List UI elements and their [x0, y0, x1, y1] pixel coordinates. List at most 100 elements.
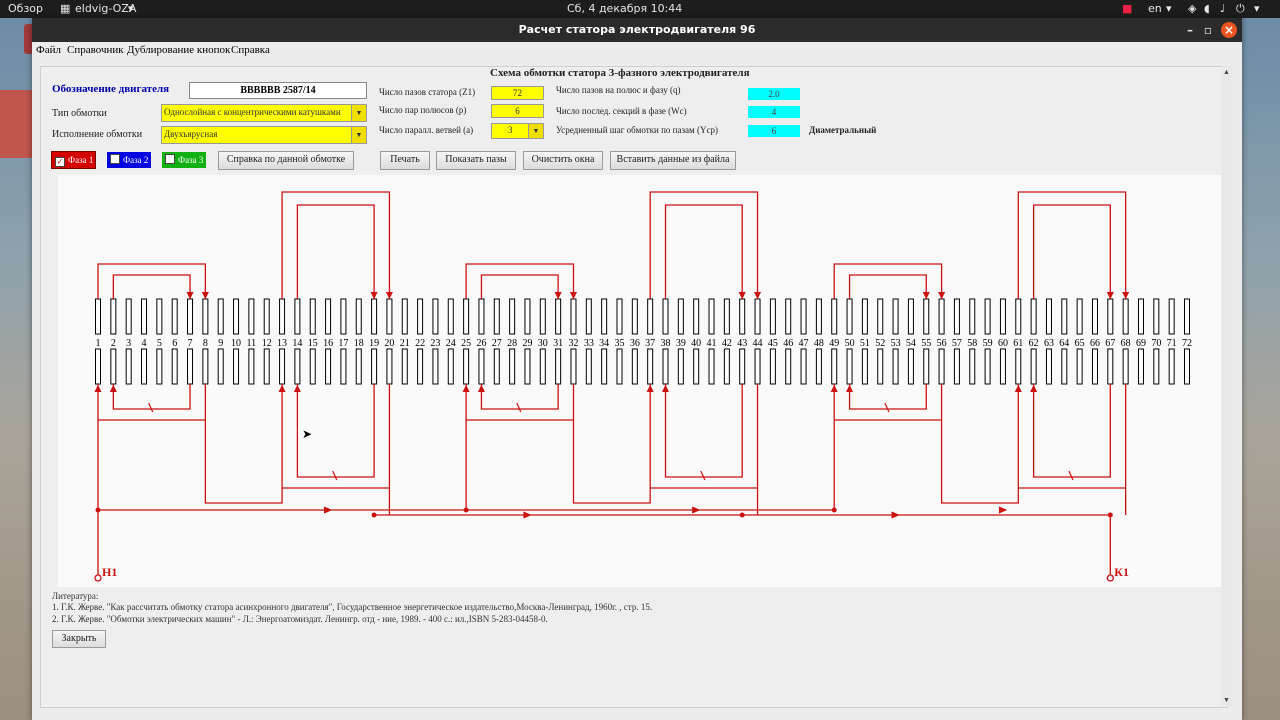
slot-top — [677, 298, 684, 335]
slot-bottom — [279, 348, 286, 385]
direction-arrow — [998, 506, 1008, 514]
volume-icon[interactable]: ◖ — [1204, 2, 1210, 15]
phase2-checkbox[interactable]: Фаза 2 — [107, 152, 151, 168]
phase3-checkbox[interactable]: Фаза 3 — [162, 152, 206, 168]
slot-number: 15 — [308, 338, 318, 349]
print-button[interactable]: Печать — [380, 151, 430, 170]
slot-bottom — [217, 348, 224, 385]
slot-bottom — [923, 348, 930, 385]
phase1-label: Фаза 1 — [68, 155, 94, 165]
slot-number: 4 — [142, 338, 147, 349]
direction-arrow — [94, 384, 102, 393]
winding-type-select[interactable]: Однослойная с концентрическими катушками… — [161, 104, 367, 122]
network-icon[interactable]: ◈ — [1188, 2, 1196, 15]
slot-top — [263, 298, 270, 335]
close-icon[interactable]: × — [1221, 22, 1237, 38]
slot-number: 47 — [799, 338, 809, 349]
slot-top — [509, 298, 516, 335]
slot-number: 55 — [921, 338, 931, 349]
menu-file[interactable]: Файл — [36, 44, 61, 56]
a-select[interactable]: 3 ▼ — [491, 123, 544, 139]
scroll-down-icon[interactable]: ▼ — [1223, 696, 1230, 704]
record-icon[interactable]: ■ — [1122, 2, 1132, 15]
slot-number: 65 — [1075, 338, 1085, 349]
slot-top — [217, 298, 224, 335]
literature-item: 2. Г.К. Жерве. "Обмотки электрических ма… — [52, 614, 548, 624]
clock[interactable]: Сб, 4 декабря 10:44 — [567, 2, 682, 15]
direction-arrow — [523, 511, 532, 519]
activities-button[interactable]: Обзор — [8, 2, 43, 15]
slot-bottom — [156, 348, 163, 385]
junction-dot — [1107, 512, 1113, 518]
slot-number: 7 — [188, 338, 193, 349]
slot-top — [355, 298, 362, 335]
maximize-icon[interactable]: ▫ — [1200, 22, 1216, 38]
app-menu-icon[interactable]: ▦ — [60, 2, 70, 15]
microphone-icon[interactable]: ♩ — [1220, 2, 1225, 15]
slot-number: 67 — [1105, 338, 1115, 349]
winding-exec-select[interactable]: Двухъярусная ▼ — [161, 126, 367, 144]
slot-top — [892, 298, 899, 335]
menu-help[interactable]: Справка — [231, 44, 270, 56]
insert-data-button[interactable]: Вставить данные из файла — [610, 151, 736, 170]
slot-top — [279, 298, 286, 335]
dock-app-icon[interactable] — [0, 90, 34, 158]
p-field[interactable]: 6 — [491, 104, 544, 118]
slot-top — [754, 298, 761, 335]
designation-field[interactable]: ВВВВВВ 2587/14 — [189, 82, 367, 99]
slot-top — [1184, 298, 1190, 335]
slot-bottom — [125, 348, 132, 385]
phase3-label: Фаза 3 — [178, 155, 204, 165]
slot-bottom — [953, 348, 960, 385]
slot-top — [386, 298, 393, 335]
slot-number: 46 — [783, 338, 793, 349]
slot-number: 11 — [247, 338, 257, 349]
slot-top — [1061, 298, 1068, 335]
vertical-scrollbar[interactable]: ▲ ▼ — [1222, 66, 1232, 706]
slot-bottom — [892, 348, 899, 385]
slot-top — [202, 298, 209, 335]
chevron-down-icon: ▾ — [1254, 2, 1260, 15]
language-indicator[interactable]: en — [1148, 2, 1162, 15]
slot-bottom — [509, 348, 516, 385]
slot-top — [570, 298, 577, 335]
slot-bottom — [1076, 348, 1083, 385]
slot-number: 30 — [538, 338, 548, 349]
show-slots-button[interactable]: Показать пазы — [436, 151, 516, 170]
slot-top — [601, 298, 608, 335]
slot-number: 24 — [446, 338, 456, 349]
slot-number: 54 — [906, 338, 916, 349]
close-button[interactable]: Закрыть — [52, 630, 106, 648]
phase2-label: Фаза 2 — [123, 155, 149, 165]
menu-reference[interactable]: Справочник — [67, 44, 124, 56]
clear-windows-button[interactable]: Очистить окна — [523, 151, 603, 170]
minimize-icon[interactable]: – — [1182, 22, 1198, 38]
slot-bottom — [325, 348, 332, 385]
phase1-checkbox[interactable]: ✓ Фаза 1 — [51, 151, 96, 169]
slot-number: 38 — [661, 338, 671, 349]
direction-arrow — [462, 384, 470, 393]
slot-top — [907, 298, 914, 335]
power-icon[interactable]: ⏻ — [1236, 2, 1245, 16]
slot-number: 2 — [111, 338, 116, 349]
winding-exec-label: Исполнение обмотки — [52, 129, 143, 140]
slot-number: 40 — [691, 338, 701, 349]
chevron-down-icon[interactable]: ▼ — [351, 127, 366, 143]
chevron-down-icon[interactable]: ▼ — [351, 105, 366, 121]
chevron-down-icon[interactable]: ▼ — [528, 124, 543, 138]
slot-number: 9 — [218, 338, 223, 349]
slot-top — [340, 298, 347, 335]
direction-arrow — [570, 291, 577, 300]
slot-bottom — [647, 348, 654, 385]
z1-field[interactable]: 72 — [491, 86, 544, 100]
winding-help-button[interactable]: Справка по данной обмотке — [218, 151, 354, 170]
slot-bottom — [447, 348, 454, 385]
slot-top — [953, 298, 960, 335]
scroll-up-icon[interactable]: ▲ — [1223, 68, 1230, 76]
slot-top — [861, 298, 868, 335]
slot-number: 35 — [614, 338, 624, 349]
window-titlebar[interactable]: Расчет статора электродвигателя 96 – ▫ × — [32, 18, 1242, 42]
direction-arrow — [370, 291, 378, 300]
slot-top — [417, 298, 424, 335]
menu-duplicate-buttons[interactable]: Дублирование кнопок — [127, 44, 230, 56]
